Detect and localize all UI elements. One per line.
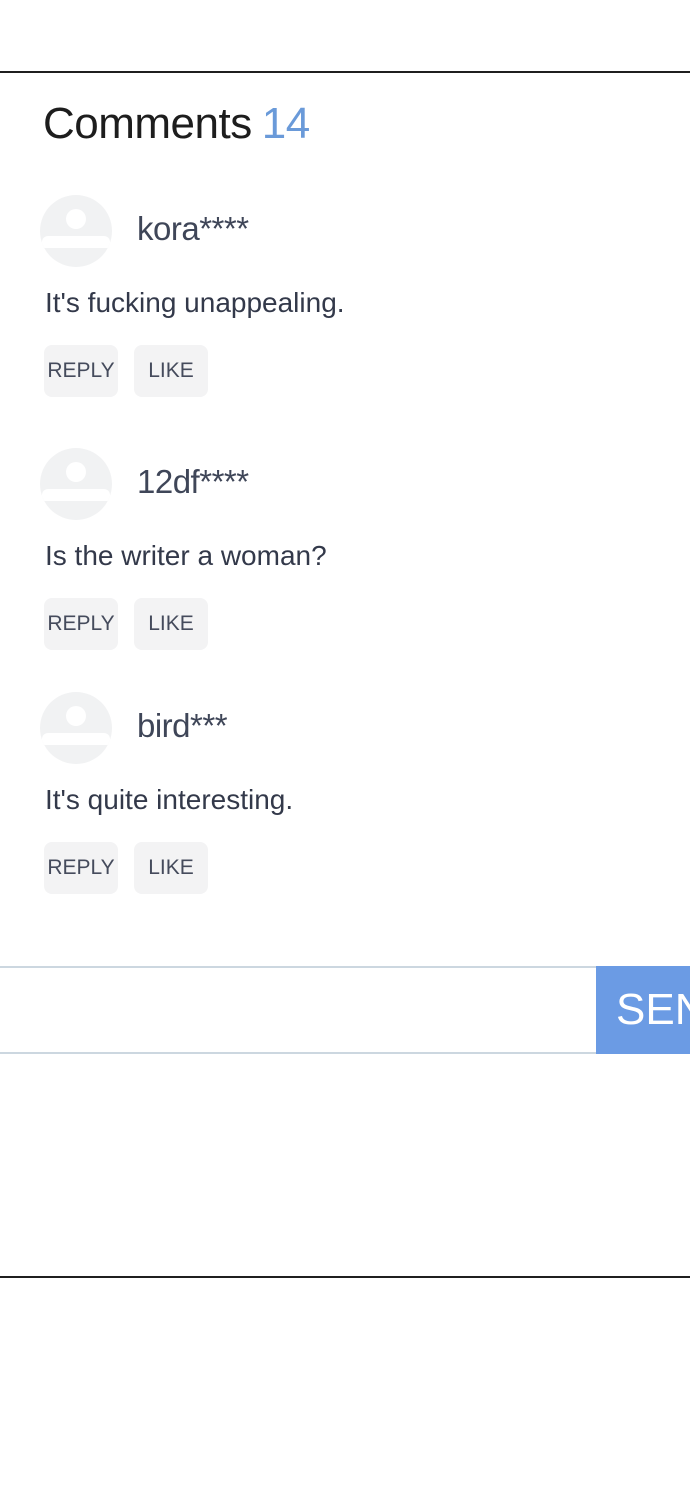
- top-divider: [0, 71, 690, 73]
- comment-username[interactable]: 12df****: [137, 462, 249, 502]
- comment-item: 12df**** Is the writer a woman? REPLY LI…: [40, 448, 640, 653]
- send-button[interactable]: SEN: [596, 966, 690, 1054]
- like-button[interactable]: LIKE: [134, 598, 208, 650]
- comment-text: It's quite interesting.: [45, 784, 294, 815]
- comment-text: It's fucking unappealing.: [45, 287, 345, 318]
- avatar-head-shape: [66, 706, 86, 726]
- comment-input[interactable]: [0, 966, 596, 1054]
- like-button[interactable]: LIKE: [134, 842, 208, 894]
- avatar-head-shape: [66, 209, 86, 229]
- comment-item: kora**** It's fucking unappealing. REPLY…: [40, 195, 640, 400]
- avatar-shoulders-shape: [42, 236, 110, 248]
- like-button[interactable]: LIKE: [134, 345, 208, 397]
- avatar-shoulders-shape: [42, 489, 110, 501]
- user-avatar-icon[interactable]: [40, 692, 112, 764]
- user-avatar-icon[interactable]: [40, 195, 112, 267]
- comments-title: Comments: [43, 99, 252, 148]
- comment-text: Is the writer a woman?: [45, 540, 327, 571]
- avatar-head-shape: [66, 462, 86, 482]
- reply-button[interactable]: REPLY: [44, 598, 118, 650]
- reply-button[interactable]: REPLY: [44, 842, 118, 894]
- reply-button[interactable]: REPLY: [44, 345, 118, 397]
- bottom-divider: [0, 1276, 690, 1278]
- comment-input-bar: SEN: [0, 966, 690, 1054]
- comment-username[interactable]: kora****: [137, 209, 249, 249]
- comment-item: bird*** It's quite interesting. REPLY LI…: [40, 692, 640, 897]
- comments-heading: Comments 14: [43, 98, 310, 150]
- comment-username[interactable]: bird***: [137, 706, 228, 746]
- avatar-shoulders-shape: [42, 733, 110, 745]
- comments-count: 14: [261, 99, 310, 148]
- user-avatar-icon[interactable]: [40, 448, 112, 520]
